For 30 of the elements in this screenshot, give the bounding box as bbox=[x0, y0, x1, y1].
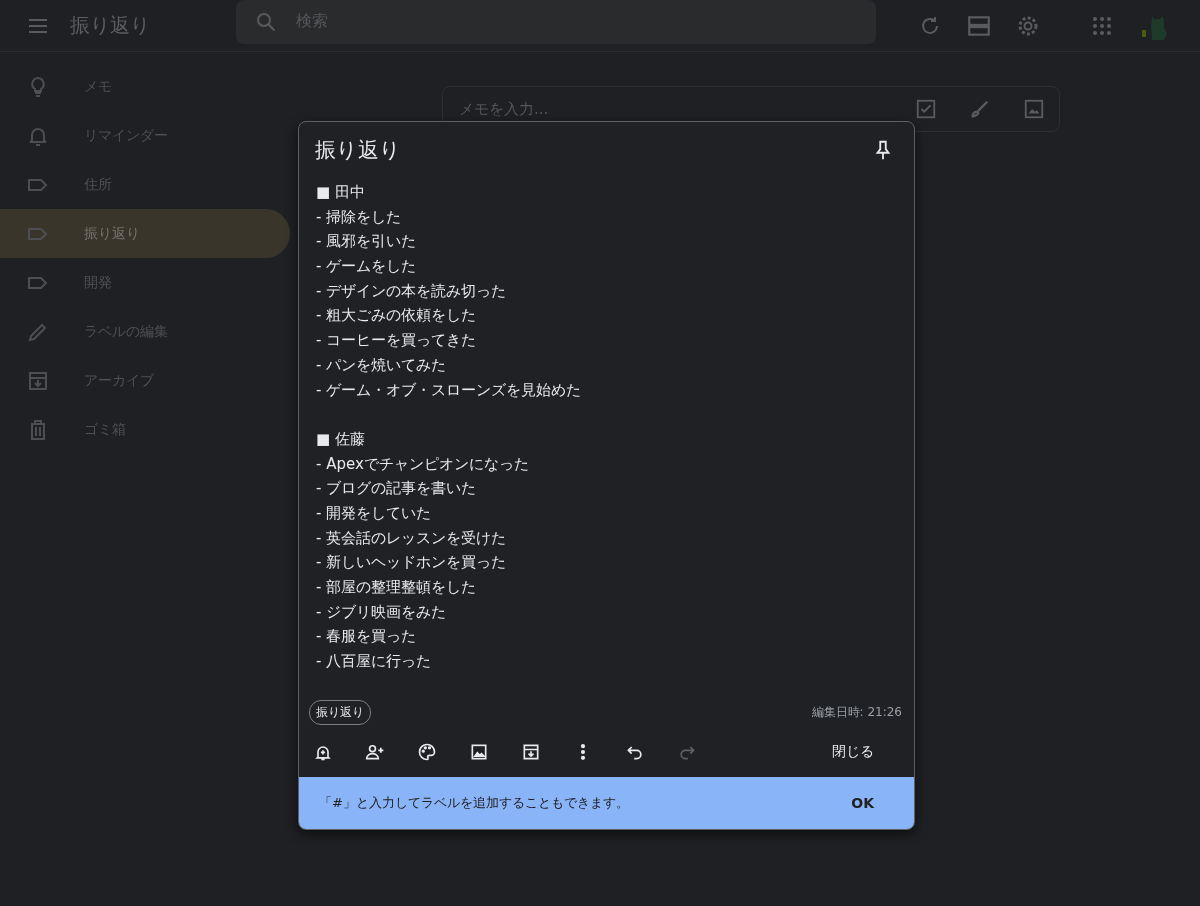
note-line: - ゲーム・オブ・スローンズを見始めた bbox=[316, 380, 582, 399]
note-line: - 開発をしていた bbox=[316, 503, 432, 522]
note-line: - ジブリ映画をみた bbox=[316, 602, 447, 621]
note-line: - ゲームをした bbox=[316, 257, 417, 276]
note-line: - 風邪を引いた bbox=[316, 232, 417, 251]
note-line: - 部屋の整理整頓をした bbox=[316, 578, 477, 596]
tip-text: 「#」と入力してラベルを追加することもできます。 bbox=[319, 793, 629, 812]
page-title: 振り返り bbox=[70, 12, 151, 39]
close-button[interactable]: 閉じる bbox=[802, 736, 904, 767]
note-line: - 八百屋に行った bbox=[316, 652, 432, 671]
note-heading: ■ 佐藤 bbox=[316, 429, 365, 448]
note-heading: ■ 田中 bbox=[316, 183, 365, 201]
note-line: - 春服を買った bbox=[316, 627, 417, 646]
note-line: - ブログの記事を書いた bbox=[316, 479, 477, 498]
note-line: - 掃除をした bbox=[316, 207, 402, 226]
note-title[interactable]: 振り返り bbox=[315, 136, 401, 164]
note-line: - 新しいヘッドホンを買った bbox=[316, 553, 507, 572]
checkbox-icon[interactable] bbox=[915, 98, 937, 120]
sidebar-item[interactable]: 振り返り bbox=[0, 209, 290, 258]
note-line: - パンを焼いてみた bbox=[316, 355, 447, 374]
note-line: - 粗大ごみの依頼をした bbox=[316, 306, 477, 325]
note-line: - 英会話のレッスンを受けた bbox=[316, 528, 507, 547]
note-line: - Apexでチャンピオンになった bbox=[316, 454, 529, 473]
note-line: - デザインの本を読み切った bbox=[316, 281, 507, 300]
ok-button[interactable]: OK bbox=[841, 788, 884, 817]
palette-icon[interactable] bbox=[417, 741, 437, 762]
label-chip[interactable]: 振り返り bbox=[309, 699, 371, 725]
note-line: - コーヒーを買ってきた bbox=[316, 331, 477, 350]
edited-time: 編集日時: 21:26 bbox=[811, 703, 902, 721]
brush-icon[interactable] bbox=[969, 98, 991, 120]
